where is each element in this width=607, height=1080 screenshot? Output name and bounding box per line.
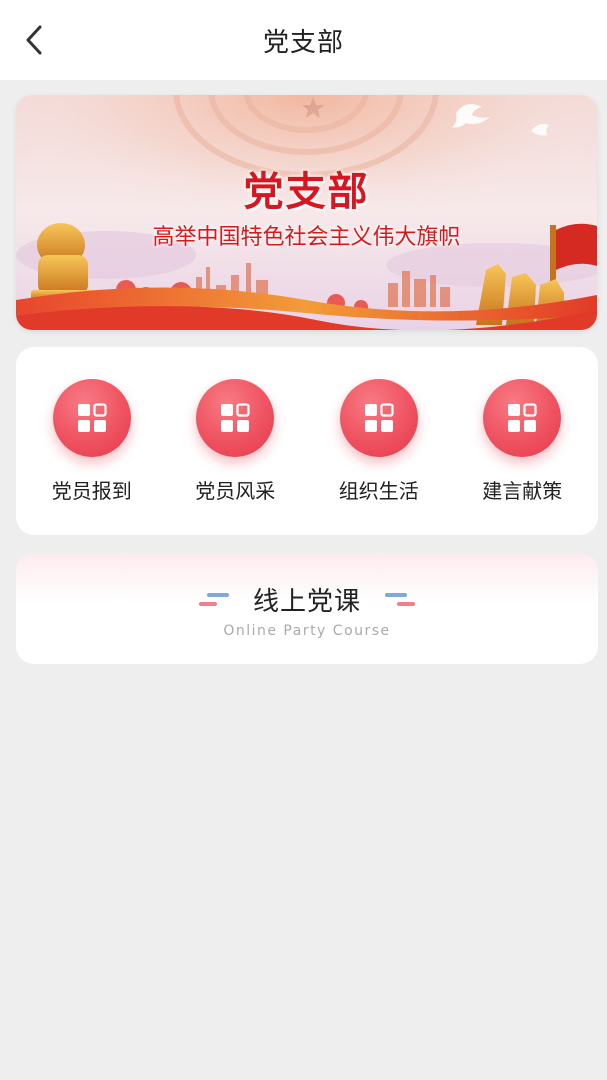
menu-item-member-showcase[interactable]: 党员风采 [170, 347, 300, 535]
menu-item-member-checkin[interactable]: 党员报到 [27, 347, 157, 535]
title-decoration-right-icon [385, 592, 415, 606]
nav-bar: 党支部 [0, 0, 607, 80]
title-decoration-left-icon [198, 592, 229, 606]
online-course-section[interactable]: 线上党课 Online Party Course [16, 553, 598, 664]
banner-subtitle: 高举中国特色社会主义伟大旗帜 [152, 225, 461, 250]
menu-item-label: 建言献策 [482, 479, 563, 503]
grid-apps-icon [52, 379, 131, 457]
banner-title: 党支部 [243, 169, 370, 215]
chevron-left-icon [26, 25, 42, 55]
back-button[interactable] [14, 20, 54, 60]
page-title: 党支部 [262, 27, 344, 58]
grid-apps-icon [483, 379, 562, 457]
menu-item-label: 组织生活 [338, 479, 419, 503]
section-title: 线上党课 [252, 587, 361, 617]
menu-item-suggestions[interactable]: 建言献策 [457, 347, 587, 535]
feature-menu: 党员报到 党员风采 组织生活 建言献策 [16, 347, 598, 535]
grid-apps-icon [196, 379, 275, 457]
menu-item-label: 党员风采 [195, 479, 276, 503]
menu-item-organization-life[interactable]: 组织生活 [314, 347, 444, 535]
menu-item-label: 党员报到 [51, 479, 132, 503]
grid-apps-icon [339, 379, 418, 457]
banner[interactable]: 党支部 高举中国特色社会主义伟大旗帜 [16, 95, 597, 330]
section-subtitle: Online Party Course [223, 623, 391, 639]
section-header: 线上党课 [16, 581, 598, 618]
